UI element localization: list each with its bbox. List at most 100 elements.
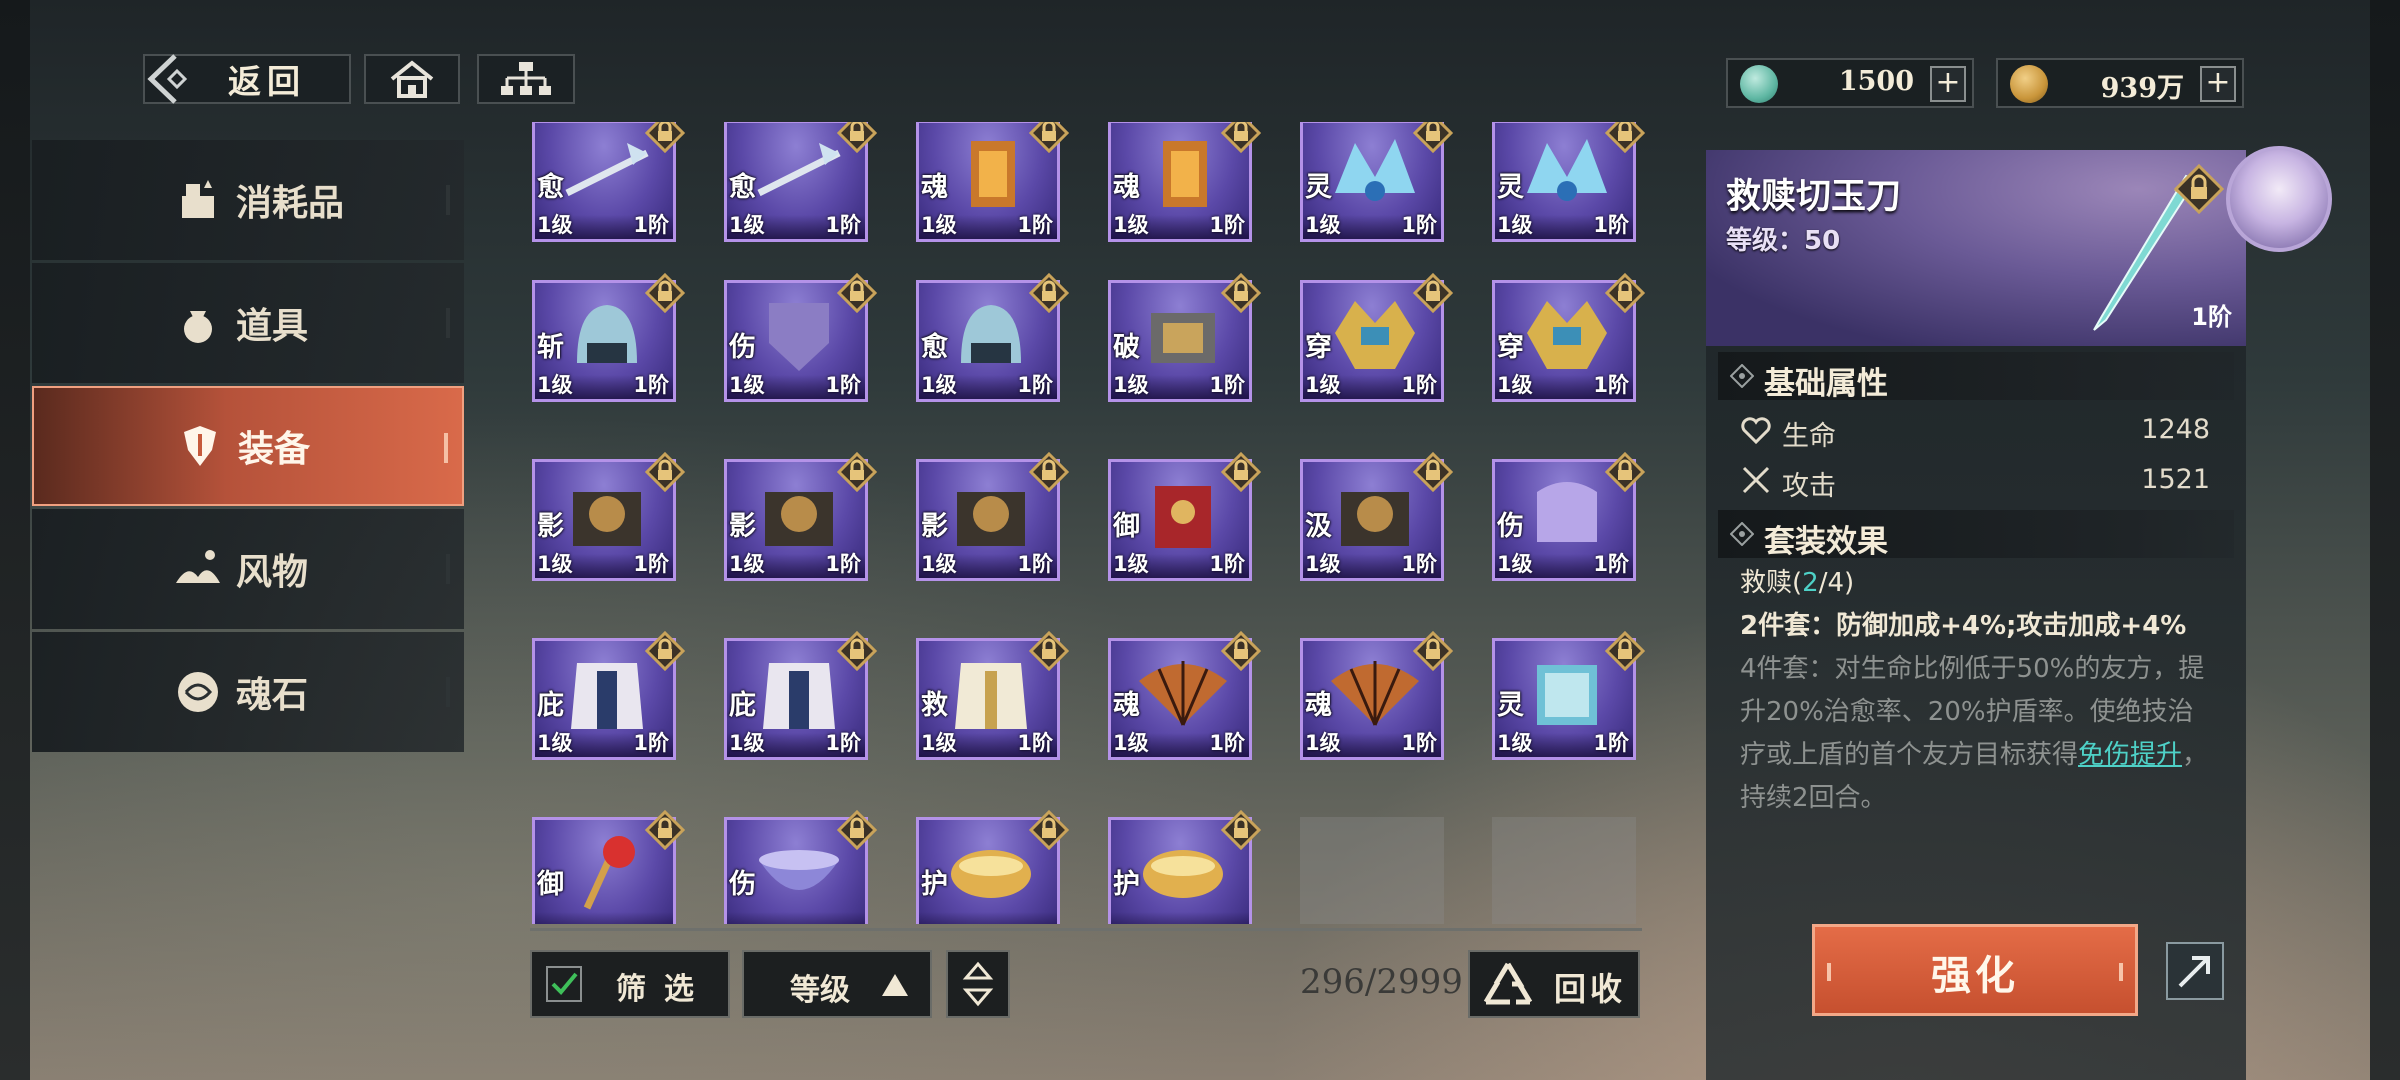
lock-icon[interactable] [837, 452, 877, 492]
sort-by-level-button[interactable]: 等级 [742, 950, 932, 1018]
lock-icon[interactable] [1029, 810, 1069, 850]
item-banner: 救赎切玉刀 等级：50 1阶 [1706, 150, 2246, 346]
equipment-art-icon [763, 663, 835, 729]
inventory-item[interactable]: 破 1级 1阶 [1108, 273, 1261, 402]
inventory-item[interactable]: 灵 1级 1阶 [1492, 122, 1645, 242]
equipment-art-icon [1331, 661, 1419, 726]
inventory-item[interactable]: 御 [532, 810, 685, 924]
sidebar-item-items[interactable]: 道具 [32, 263, 464, 383]
inventory-item[interactable]: 伤 1级 1阶 [724, 273, 877, 402]
lock-icon[interactable] [1221, 452, 1261, 492]
inventory-item[interactable]: 庇 1级 1阶 [532, 631, 685, 760]
sidebar-item-consumables[interactable]: 消耗品 [32, 140, 464, 260]
inventory-item[interactable]: 愈 1级 1阶 [724, 122, 877, 242]
lock-icon[interactable] [837, 631, 877, 671]
lock-icon[interactable] [1413, 631, 1453, 671]
lock-icon[interactable] [1029, 122, 1069, 153]
inventory-item[interactable]: 汲 1级 1阶 [1300, 452, 1453, 581]
lock-icon[interactable] [837, 810, 877, 850]
inventory-item[interactable]: 斩 1级 1阶 [532, 273, 685, 402]
lock-icon[interactable] [1029, 273, 1069, 313]
filter-checkbox[interactable] [546, 966, 582, 1002]
inventory-item[interactable]: 愈 1级 1阶 [532, 122, 685, 242]
sort-order-toggle[interactable] [946, 950, 1010, 1018]
lock-icon[interactable] [2174, 164, 2224, 214]
inventory-item[interactable]: 庇 1级 1阶 [724, 631, 877, 760]
home-icon [390, 60, 434, 98]
inventory-item[interactable]: 穿 1级 1阶 [1492, 273, 1645, 402]
lock-icon[interactable] [645, 631, 685, 671]
lock-icon[interactable] [837, 122, 877, 153]
inventory-item[interactable]: 伤 [724, 810, 877, 924]
inventory-item[interactable]: 灵 1级 1阶 [1300, 122, 1453, 242]
heart-icon [1741, 417, 1771, 445]
equipment-art-icon [759, 850, 839, 890]
inventory-item[interactable]: 魂 1级 1阶 [1300, 631, 1453, 760]
lock-icon[interactable] [1413, 122, 1453, 153]
inventory-item[interactable]: 魂 1级 1阶 [916, 122, 1069, 242]
equipment-art-icon [955, 663, 1027, 729]
sidebar-item-soul-stones[interactable]: 魂石 [32, 632, 464, 752]
item-level: 1级 [921, 213, 957, 237]
lock-icon[interactable] [1605, 452, 1645, 492]
item-level: 1级 [1497, 373, 1533, 397]
inventory-item[interactable]: 穿 1级 1阶 [1300, 273, 1453, 402]
sidebar-item-equipment[interactable]: 装备 [32, 386, 464, 506]
home-button[interactable] [364, 54, 460, 104]
lock-icon[interactable] [645, 810, 685, 850]
lock-icon[interactable] [1221, 631, 1261, 671]
inventory-item[interactable]: 御 1级 1阶 [1108, 452, 1261, 581]
item-tag: 魂 [1113, 172, 1140, 203]
equipment-art-icon [951, 850, 1031, 898]
sidebar-item-marker [444, 433, 448, 463]
item-level: 1级 [537, 731, 573, 755]
filter-button[interactable]: 筛选 [530, 950, 730, 1018]
enhance-button[interactable]: 强化 [1812, 924, 2138, 1016]
item-tag: 穿 [1497, 332, 1524, 363]
item-rank: 1阶 [1017, 213, 1053, 237]
lock-icon[interactable] [645, 122, 685, 153]
inventory-item[interactable]: 伤 1级 1阶 [1492, 452, 1645, 581]
lock-icon[interactable] [1221, 122, 1261, 153]
external-link-button[interactable] [2166, 942, 2224, 1000]
character-avatar[interactable] [2226, 146, 2332, 252]
item-tag: 灵 [1497, 690, 1524, 721]
add-jade-button[interactable]: + [1930, 66, 1966, 102]
inventory-item[interactable]: 魂 1级 1阶 [1108, 631, 1261, 760]
lock-icon[interactable] [1221, 810, 1261, 850]
recycle-icon [1483, 962, 1533, 1005]
lock-icon[interactable] [1605, 631, 1645, 671]
lock-icon[interactable] [1413, 273, 1453, 313]
lock-icon[interactable] [645, 452, 685, 492]
lock-icon[interactable] [1029, 631, 1069, 671]
inventory-item[interactable]: 救 1级 1阶 [916, 631, 1069, 760]
add-gold-button[interactable]: + [2200, 66, 2236, 102]
hierarchy-button[interactable] [477, 54, 575, 104]
lock-icon[interactable] [1029, 452, 1069, 492]
lock-icon[interactable] [1221, 273, 1261, 313]
lock-icon[interactable] [1605, 273, 1645, 313]
item-tag: 愈 [729, 172, 756, 203]
inventory-item[interactable]: 影 1级 1阶 [724, 452, 877, 581]
sidebar-item-scenery[interactable]: 风物 [32, 509, 464, 629]
back-button[interactable]: 返回 [143, 54, 351, 104]
inventory-item[interactable]: 魂 1级 1阶 [1108, 122, 1261, 242]
equipment-art-icon [577, 305, 637, 363]
inventory-item[interactable]: 护 [1108, 810, 1261, 924]
lock-icon[interactable] [645, 273, 685, 313]
recycle-button[interactable]: 回收 [1468, 950, 1640, 1018]
inventory-grid[interactable]: 愈 1级 1阶愈 1级 1阶魂 1级 1阶魂 1级 1阶灵 1级 1阶灵 1级 1阶斩 1级 1阶伤 1级 1阶… [526, 122, 1646, 924]
inventory-item[interactable]: 影 1级 1阶 [532, 452, 685, 581]
item-rank: 1阶 [1593, 373, 1629, 397]
inventory-item[interactable]: 影 1级 1阶 [916, 452, 1069, 581]
item-rank: 1阶 [825, 213, 861, 237]
inventory-item[interactable]: 愈 1级 1阶 [916, 273, 1069, 402]
lock-icon[interactable] [1605, 122, 1645, 153]
sidebar-item-marker [446, 308, 450, 338]
lock-icon[interactable] [837, 273, 877, 313]
lock-icon[interactable] [1413, 452, 1453, 492]
damage-reduction-link[interactable]: 免伤提升 [2078, 740, 2182, 770]
inventory-item[interactable]: 灵 1级 1阶 [1492, 631, 1645, 760]
item-level: 1级 [537, 213, 573, 237]
inventory-item[interactable]: 护 [916, 810, 1069, 924]
